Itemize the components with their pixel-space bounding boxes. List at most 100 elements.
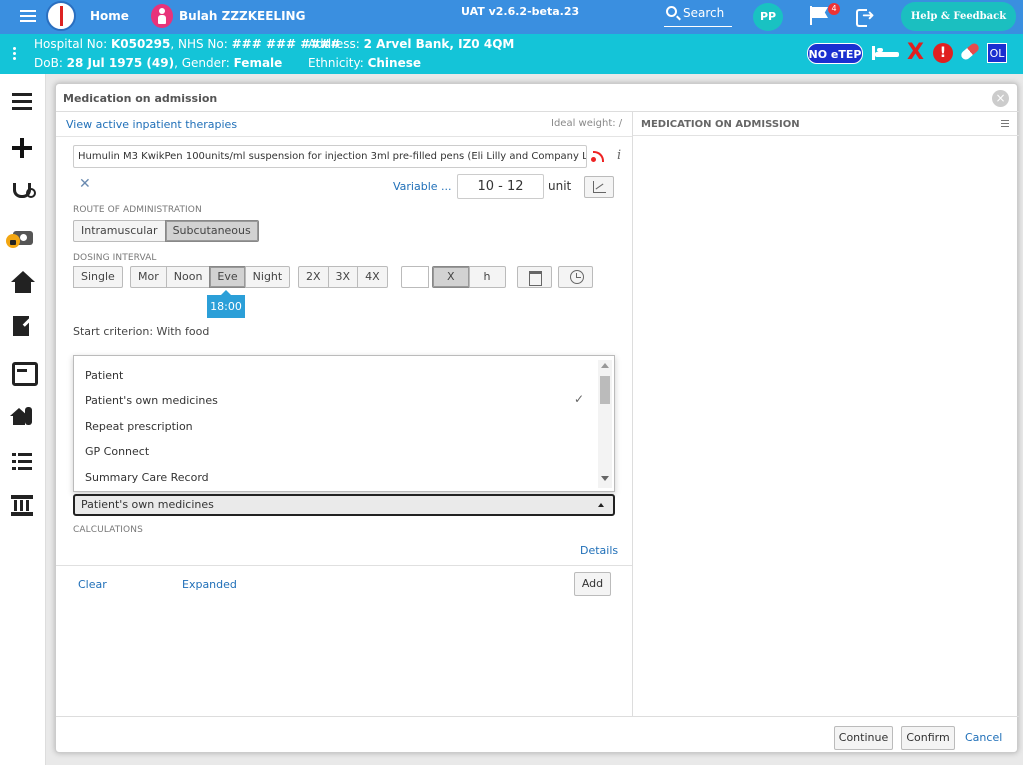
stethoscope-icon[interactable]: [10, 180, 36, 206]
night-button[interactable]: Night: [244, 266, 291, 288]
hamburger-menu-icon[interactable]: [20, 10, 36, 22]
medication-list-title: MEDICATION ON ADMISSION: [641, 119, 800, 130]
user-avatar[interactable]: PP: [753, 3, 783, 31]
ol-badge[interactable]: OL: [987, 43, 1007, 63]
nhs-no-label: , NHS No:: [170, 37, 232, 51]
route-intramuscular-button[interactable]: Intramuscular: [73, 220, 166, 242]
dose-unit: unit: [548, 179, 572, 193]
plus-icon[interactable]: [10, 135, 36, 161]
checklist-icon[interactable]: [10, 449, 36, 475]
app-header: Home Bulah ZZZKEELING UAT v2.6.2-beta.23…: [0, 0, 1023, 34]
app-logo: [46, 1, 76, 31]
divider: [56, 565, 632, 566]
ward-icon[interactable]: [10, 493, 36, 519]
patient-name[interactable]: Bulah ZZZKEELING: [179, 9, 305, 23]
view-active-therapies-link[interactable]: View active inpatient therapies: [66, 118, 237, 131]
source-option-summary-care-record[interactable]: Summary Care Record: [85, 471, 209, 484]
search-icon: [666, 6, 677, 17]
drug-name-field[interactable]: Humulin M3 KwikPen 100units/ml suspensio…: [73, 145, 587, 168]
no-etep-badge[interactable]: NO eTEP: [807, 43, 863, 64]
red-x-icon[interactable]: X: [907, 40, 924, 66]
confirm-button[interactable]: Confirm: [901, 726, 955, 750]
home-link[interactable]: Home: [90, 9, 129, 23]
clock-icon[interactable]: [558, 266, 593, 288]
close-icon[interactable]: ×: [992, 90, 1009, 107]
clear-link[interactable]: Clear: [78, 578, 107, 591]
flag-icon[interactable]: [810, 6, 830, 26]
source-option-repeat-prescription[interactable]: Repeat prescription: [85, 420, 193, 433]
add-button[interactable]: Add: [574, 572, 611, 596]
start-criterion: Start criterion: With food: [73, 325, 210, 338]
lock-icon: [6, 234, 20, 248]
medication-source-select[interactable]: Patient's own medicines: [73, 494, 615, 516]
feed-icon[interactable]: [591, 149, 605, 163]
flag-count-badge: 4: [828, 3, 840, 15]
evening-button[interactable]: Eve: [209, 266, 246, 288]
frequency-unit-options: X h: [432, 266, 506, 288]
dose-field[interactable]: 10 - 12: [457, 174, 544, 199]
dialog-header: Medication on admission ×: [56, 84, 1019, 112]
medication-list-pane: MEDICATION ON ADMISSION: [632, 112, 1019, 716]
bed-icon[interactable]: [872, 46, 900, 60]
clear-drug-icon[interactable]: ✕: [79, 176, 91, 192]
kebab-menu-icon[interactable]: [13, 47, 17, 62]
pill-icon[interactable]: [959, 41, 981, 62]
frequency-hours-button[interactable]: h: [468, 266, 506, 288]
frequency-input[interactable]: [401, 266, 429, 288]
divider: [56, 136, 632, 137]
single-dose-group: Single: [73, 266, 123, 288]
banner-demographics: DoB: 28 Jul 1975 (49), Gender: Female: [34, 56, 282, 70]
dob: 28 Jul 1975 (49): [66, 56, 175, 70]
dialog-footer: Continue Confirm Cancel: [56, 716, 1019, 754]
help-feedback-button[interactable]: Help & Feedback: [901, 2, 1016, 31]
cancel-link[interactable]: Cancel: [965, 731, 1002, 744]
details-link[interactable]: Details: [580, 544, 618, 557]
three-times-daily-button[interactable]: 3X: [327, 266, 359, 288]
female-patient-icon: [151, 4, 173, 28]
menu-icon[interactable]: [1001, 120, 1009, 129]
medication-list-header: MEDICATION ON ADMISSION: [633, 112, 1019, 136]
banner-ids: Hospital No: K050295, NHS No: ### ### ##…: [34, 37, 341, 51]
four-times-daily-button[interactable]: 4X: [357, 266, 388, 288]
left-nav: [0, 74, 46, 765]
variable-dose-link[interactable]: Variable ...: [393, 180, 452, 193]
ethnicity: Chinese: [367, 56, 421, 70]
twice-daily-button[interactable]: 2X: [298, 266, 329, 288]
single-dose-button[interactable]: Single: [73, 266, 123, 288]
list-icon[interactable]: [10, 91, 36, 117]
medication-on-admission-dialog: Medication on admission × View active in…: [55, 83, 1019, 754]
route-label: ROUTE OF ADMINISTRATION: [73, 205, 202, 215]
scroll-up-icon[interactable]: [601, 363, 609, 368]
chart-icon[interactable]: [584, 176, 614, 198]
source-option-gp-connect[interactable]: GP Connect: [85, 445, 149, 458]
document-edit-icon[interactable]: [10, 314, 36, 340]
ethnicity-label: Ethnicity:: [308, 56, 368, 70]
frequency-times-button[interactable]: X: [432, 266, 470, 288]
noon-button[interactable]: Noon: [165, 266, 211, 288]
source-option-patient[interactable]: Patient: [85, 369, 123, 382]
inbox-icon[interactable]: [10, 359, 38, 386]
gender-label: , Gender:: [174, 56, 234, 70]
info-icon[interactable]: i: [617, 148, 621, 163]
expanded-link[interactable]: Expanded: [182, 578, 237, 591]
check-icon: ✓: [574, 392, 585, 406]
route-subcutaneous-button[interactable]: Subcutaneous: [164, 220, 259, 242]
search-button[interactable]: Search: [664, 5, 732, 27]
scroll-down-icon[interactable]: [601, 476, 609, 481]
source-option-own-medicines[interactable]: Patient's own medicines: [85, 394, 218, 407]
hospital-no-label: Hospital No:: [34, 37, 111, 51]
house-icon[interactable]: [10, 270, 36, 296]
alert-icon[interactable]: !: [933, 43, 953, 63]
morning-button[interactable]: Mor: [130, 266, 167, 288]
logout-icon[interactable]: [856, 6, 876, 27]
discharge-icon[interactable]: [10, 404, 36, 430]
dropdown-scrollbar[interactable]: [598, 360, 612, 488]
environment-label: UAT v2.6.2-beta.23: [461, 5, 580, 18]
continue-button[interactable]: Continue: [834, 726, 893, 750]
address-label: Address:: [308, 37, 364, 51]
ideal-weight: Ideal weight: /: [551, 118, 623, 129]
scroll-thumb[interactable]: [600, 376, 610, 404]
calendar-icon[interactable]: [517, 266, 552, 288]
time-tooltip: 18:00: [207, 290, 245, 318]
banner-address: Address: 2 Arvel Bank, IZ0 4QM: [308, 37, 514, 51]
